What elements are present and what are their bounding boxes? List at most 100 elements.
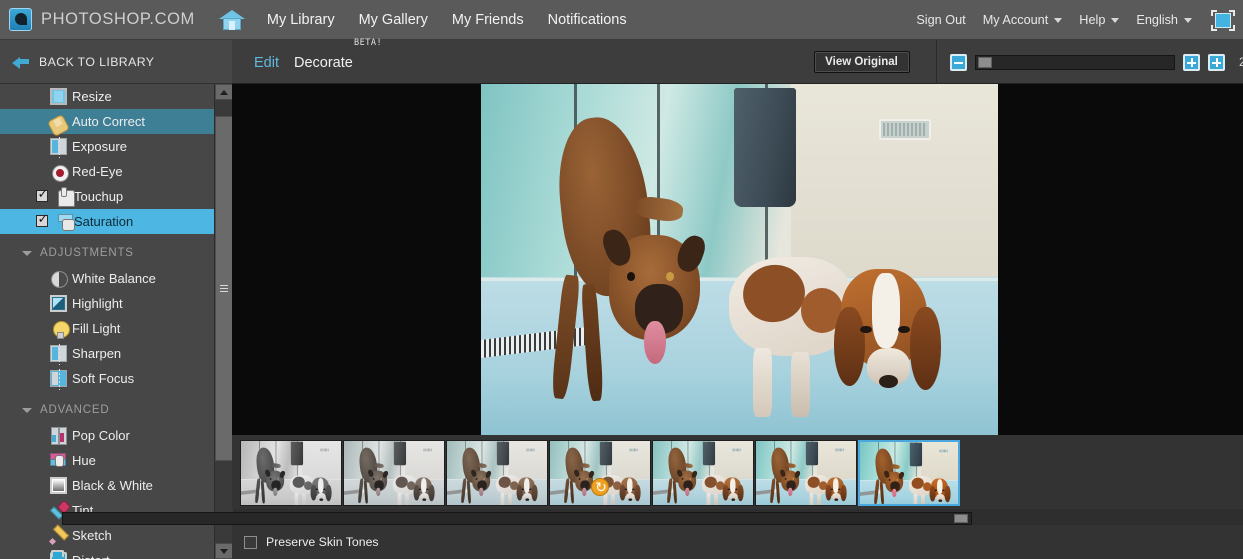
chevron-down-icon [22,407,32,413]
sign-out-link[interactable]: Sign Out [916,13,965,27]
back-arrow-icon [12,55,29,69]
nav-item-my-gallery[interactable]: My Gallery [359,12,428,28]
photo-planter-pot [702,441,716,466]
filmstrip-scrollbar-thumb[interactable] [954,514,968,523]
sidebar-item-black-and-white[interactable]: Black & White [0,473,214,498]
sidebar-item-label: Touchup [74,189,124,204]
back-to-library-button[interactable]: BACK TO LIBRARY [0,40,232,84]
sidebar-item-saturation[interactable]: Saturation [0,209,214,234]
sidebar-item-exposure[interactable]: Exposure [0,134,214,159]
edited-photo[interactable] [481,84,998,435]
photo-wall-vent [879,119,931,141]
help-menu[interactable]: Help [1079,13,1120,27]
sidebar-item-sharpen[interactable]: Sharpen [0,341,214,366]
white-balance-icon [51,271,68,288]
photo-basset-hound [701,471,749,505]
sidebar-item-label: Saturation [74,214,134,229]
scrollbar-grip-icon [220,285,228,292]
saturation-preset-6[interactable] [755,440,857,506]
image-canvas[interactable] [232,84,1243,435]
beta-badge: BETA! [354,38,383,48]
saturation-preset-5[interactable] [652,440,754,506]
photoshop-logo-icon [9,8,32,31]
scroll-down-arrow-icon[interactable] [215,543,233,559]
zoom-slider-handle[interactable] [978,56,992,68]
photo-boxer-dog [455,445,498,505]
scrollbar-thumb[interactable] [215,116,233,461]
sidebar-item-touchup[interactable]: Touchup [0,184,214,209]
sidebar-item-soft-focus[interactable]: Soft Focus [0,366,214,391]
sidebar-item-pop-color[interactable]: Pop Color [0,423,214,448]
photo-boxer-dog [352,445,395,505]
black-and-white-icon [50,477,67,494]
sidebar-item-label: Distort [72,553,110,559]
sidebar-item-label: Pop Color [72,428,130,443]
photo-wall-vent [628,447,639,453]
sign-out-label: Sign Out [916,13,966,27]
filmstrip-scrollbar[interactable] [62,512,972,525]
photo-basset-hound [804,471,852,505]
zoom-slider[interactable] [975,54,1175,70]
sidebar-item-auto-correct[interactable]: Auto Correct [0,109,214,137]
sidebar-item-label: White Balance [72,271,156,286]
editor-toolbar: Edit Decorate BETA! View Original 25% [232,38,1243,84]
saturation-preset-4[interactable] [549,440,651,506]
zoom-controls: 25% [938,40,1243,84]
scroll-up-arrow-icon[interactable] [215,84,233,100]
saturation-preset-3[interactable] [446,440,548,506]
nav-item-my-library[interactable]: My Library [267,12,335,28]
preserve-skin-tones-label: Preserve Skin Tones [266,535,379,549]
sidebar-scrollbar[interactable] [214,84,233,559]
fullscreen-icon[interactable] [1211,9,1235,31]
sidebar-item-resize[interactable]: Resize [0,84,214,109]
primary-nav: My Library My Gallery My Friends Notific… [267,12,627,28]
home-icon[interactable] [218,7,245,33]
zoom-in-icon[interactable] [1183,53,1200,71]
fit-to-screen-icon[interactable] [1208,53,1225,71]
section-header-adjustments[interactable]: ADJUSTMENTS [0,240,214,266]
sidebar-item-label: Black & White [72,478,153,493]
photo-boxer-dog [868,446,911,504]
tools-list: Resize Auto Correct Exposure Red-Eye ✓ T… [0,84,214,559]
sharpen-icon [50,344,67,365]
photo-planter-pot [734,87,797,207]
revert-icon[interactable] [591,477,610,497]
saturation-checkbox[interactable] [36,212,49,227]
saturation-preset-7[interactable] [858,440,960,506]
language-menu[interactable]: English [1136,13,1192,27]
sidebar-item-hue[interactable]: Hue [0,448,214,473]
sidebar-item-sketch[interactable]: Sketch [0,523,214,548]
nav-item-notifications[interactable]: Notifications [548,12,627,28]
section-title: ADVANCED [40,404,110,416]
preserve-skin-tones-checkbox[interactable] [244,535,257,549]
photo-wall-vent [422,447,433,453]
tools-scroll-region: Resize Auto Correct Exposure Red-Eye ✓ T… [0,84,232,559]
tab-edit[interactable]: Edit [254,55,279,71]
photo-planter-pot [805,441,819,466]
photo-basset-hound [908,472,956,504]
sidebar-item-fill-light[interactable]: Fill Light [0,316,214,341]
photo-wall-vent [319,447,330,453]
photo-boxer-dog [661,445,704,505]
sidebar-item-white-balance[interactable]: White Balance [0,266,214,291]
zoom-out-icon[interactable] [950,53,967,71]
chevron-down-icon [1184,17,1192,23]
hue-icon [50,452,67,469]
saturation-preset-2[interactable] [343,440,445,506]
nav-item-my-friends[interactable]: My Friends [452,12,524,28]
my-account-label: My Account [982,13,1049,27]
sidebar-item-label: Fill Light [72,321,121,336]
thumbnail-image [447,441,547,505]
saturation-preset-1[interactable] [240,440,342,506]
sidebar-item-label: Exposure [72,139,127,154]
thumbnail-image [344,441,444,505]
my-account-menu[interactable]: My Account [983,13,1063,27]
touchup-checkbox[interactable] [36,187,49,202]
sidebar-item-red-eye[interactable]: Red-Eye [0,159,214,184]
sidebar-item-distort[interactable]: Distort [0,548,214,559]
view-original-button[interactable]: View Original [813,51,910,73]
tab-decorate[interactable]: Decorate [294,55,353,71]
zoom-level-label: 25% [1239,55,1243,69]
section-header-advanced[interactable]: ADVANCED [0,397,214,423]
sidebar-item-highlight[interactable]: Highlight [0,291,214,316]
